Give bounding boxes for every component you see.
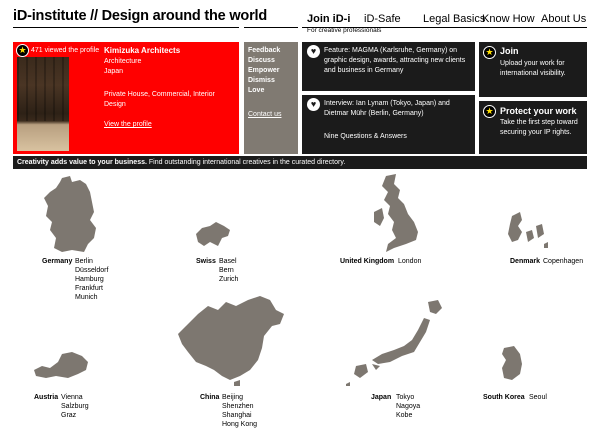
country-uk[interactable]: United Kingdom <box>340 257 394 266</box>
city-item[interactable]: Hong Kong <box>222 420 257 429</box>
country-name[interactable]: Austria <box>34 394 58 401</box>
city-item[interactable]: Beijing <box>222 393 257 402</box>
nav-legal-basics[interactable]: Legal Basics <box>423 13 485 25</box>
country-swiss[interactable]: Swiss <box>196 257 216 266</box>
china-map[interactable] <box>178 296 288 388</box>
country-name[interactable]: Germany <box>42 258 72 265</box>
nav-about-us[interactable]: About Us <box>541 13 586 25</box>
country-name[interactable]: China <box>200 394 219 401</box>
country-south-korea[interactable]: South Korea <box>483 393 525 402</box>
feedback-item[interactable]: Love <box>248 86 280 96</box>
title-rule <box>13 27 239 28</box>
star-icon: ★ <box>16 44 29 57</box>
heart-icon: ♥ <box>307 98 320 111</box>
denmark-map[interactable] <box>506 212 548 250</box>
news-interview-text[interactable]: Interview: Ian Lynam (Tokyo, Japan) and … <box>324 99 472 119</box>
city-item[interactable]: Berlin <box>75 257 108 266</box>
profile-field: Architecture <box>104 58 142 65</box>
join-title[interactable]: Join <box>500 46 519 56</box>
city-item[interactable]: Hamburg <box>75 275 108 284</box>
nav-id-safe[interactable]: iD-Safe <box>364 13 401 25</box>
news-interview-qa[interactable]: Nine Questions & Answers <box>324 133 407 140</box>
feedback-item[interactable]: Dismiss <box>248 76 280 86</box>
country-japan[interactable]: Japan <box>371 393 391 402</box>
city-list: Tokyo Nagoya Kobe <box>396 393 420 420</box>
city-list: Basel Bern Zurich <box>219 257 238 284</box>
nav-subtitle: For creative professionals <box>307 27 382 34</box>
city-item[interactable]: Graz <box>61 411 89 420</box>
contact-us-link[interactable]: Contact us <box>248 111 281 118</box>
star-icon: ★ <box>483 46 496 59</box>
profile-specialties: Private House, Commercial, Interior Desi… <box>104 91 215 108</box>
feedback-item[interactable]: Discuss <box>248 56 280 66</box>
austria-map[interactable] <box>32 350 90 380</box>
profile-image[interactable] <box>17 57 69 151</box>
feedback-list: Feedback Discuss Empower Dismiss Love <box>248 46 280 96</box>
japan-map[interactable] <box>342 300 444 386</box>
nav-know-how[interactable]: Know How <box>482 13 535 25</box>
city-item[interactable]: Kobe <box>396 411 420 420</box>
city-item[interactable]: Tokyo <box>396 393 420 402</box>
city-list: Beijing Shenzhen Shanghai Hong Kong <box>222 393 257 429</box>
site-title[interactable]: iD-institute // Design around the world <box>13 8 267 24</box>
city-item[interactable]: Munich <box>75 293 108 302</box>
city-list: Copenhagen <box>543 257 583 266</box>
south-korea-map[interactable] <box>500 346 524 382</box>
country-germany[interactable]: Germany <box>42 257 72 266</box>
city-item[interactable]: Basel <box>219 257 238 266</box>
city-item[interactable]: London <box>398 257 421 266</box>
city-item[interactable]: Nagoya <box>396 402 420 411</box>
heart-icon: ♥ <box>307 45 320 58</box>
city-list: London <box>398 257 421 266</box>
city-item[interactable]: Shenzhen <box>222 402 257 411</box>
country-name[interactable]: United Kingdom <box>340 258 394 265</box>
city-item[interactable]: Düsseldorf <box>75 266 108 275</box>
news-feature-text[interactable]: Feature: MAGMA (Karlsruhe, Germany) on g… <box>324 46 472 76</box>
city-item[interactable]: Salzburg <box>61 402 89 411</box>
uk-map[interactable] <box>372 174 420 254</box>
view-profile-link[interactable]: View the profile <box>104 121 152 128</box>
tagline-rest: Find outstanding international creatives… <box>148 159 346 166</box>
join-text: Upload your work for international visib… <box>500 60 566 77</box>
city-item[interactable]: Zurich <box>219 275 238 284</box>
star-icon: ★ <box>483 105 496 118</box>
profile-name[interactable]: Kimizuka Architects <box>104 46 180 55</box>
city-list: Berlin Düsseldorf Hamburg Frankfurt Muni… <box>75 257 108 302</box>
grey-rule <box>244 27 298 28</box>
germany-map[interactable] <box>42 176 100 254</box>
country-name[interactable]: Denmark <box>510 258 540 265</box>
feedback-item[interactable]: Empower <box>248 66 280 76</box>
country-name[interactable]: Swiss <box>196 258 216 265</box>
protect-text: Take the first step toward securing your… <box>500 119 578 136</box>
city-list: Seoul <box>529 393 547 402</box>
profile-views: 471 viewed the profile <box>31 47 100 54</box>
city-item[interactable]: Frankfurt <box>75 284 108 293</box>
tagline-bold: Creativity adds value to your business. <box>17 159 147 166</box>
country-austria[interactable]: Austria <box>34 393 58 402</box>
protect-title[interactable]: Protect your work <box>500 106 577 116</box>
city-item[interactable]: Seoul <box>529 393 547 402</box>
country-name[interactable]: Japan <box>371 394 391 401</box>
nav-join[interactable]: Join iD-i <box>307 13 350 25</box>
profile-country: Japan <box>104 68 124 75</box>
city-item[interactable]: Bern <box>219 266 238 275</box>
country-china[interactable]: China <box>200 393 219 402</box>
city-list: Vienna Salzburg Graz <box>61 393 89 420</box>
country-denmark[interactable]: Denmark <box>510 257 540 266</box>
switzerland-map[interactable] <box>192 222 232 248</box>
city-item[interactable]: Vienna <box>61 393 89 402</box>
city-item[interactable]: Copenhagen <box>543 257 583 266</box>
country-name[interactable]: South Korea <box>483 394 525 401</box>
tagline-bar: Creativity adds value to your business. … <box>13 156 587 169</box>
feedback-item[interactable]: Feedback <box>248 46 280 56</box>
city-item[interactable]: Shanghai <box>222 411 257 420</box>
